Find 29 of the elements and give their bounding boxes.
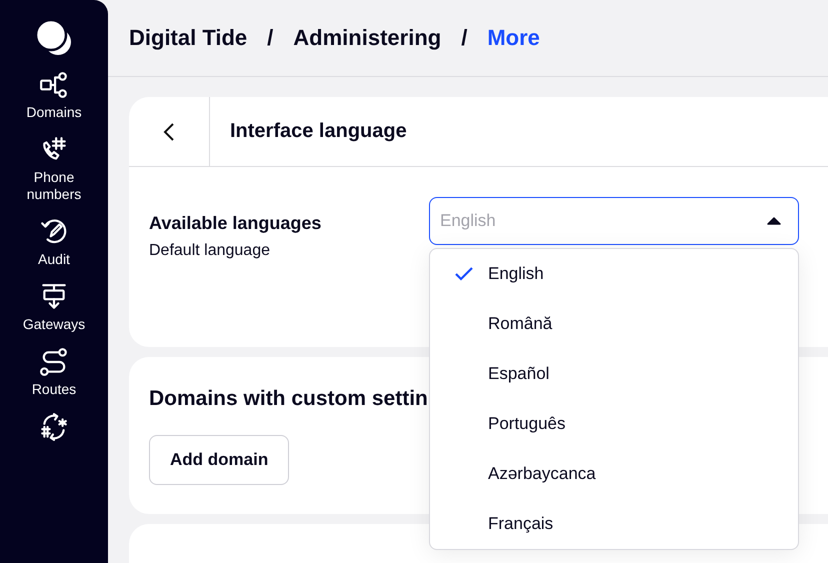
add-domain-button[interactable]: Add domain <box>149 435 290 485</box>
field-label: Available languages <box>149 213 322 234</box>
caret-icon <box>767 217 781 225</box>
language-option[interactable]: Azərbaycanca <box>430 449 798 499</box>
breadcrumb-separator: / <box>461 25 468 51</box>
breadcrumb-link[interactable]: Administering <box>293 25 442 51</box>
language-option[interactable]: Español <box>430 349 798 399</box>
chevron-left-icon <box>163 122 175 142</box>
route-icon <box>39 347 69 377</box>
language-option[interactable]: Français <box>430 499 798 549</box>
hash-arrows-icon <box>39 412 69 442</box>
nav-item[interactable]: Audit <box>6 217 102 268</box>
breadcrumb-link[interactable]: Digital Tide <box>129 25 248 51</box>
language-option[interactable]: Português <box>430 399 798 449</box>
section-title: Domains with custom settin <box>149 387 429 411</box>
nav-item[interactable]: Gateways <box>6 282 102 333</box>
network-icon <box>39 70 69 100</box>
gateway-icon <box>39 282 69 312</box>
nav-item[interactable]: Phone numbers <box>6 135 102 203</box>
nav-item[interactable]: Domains <box>6 70 102 121</box>
breadcrumb-link[interactable]: More <box>487 25 540 51</box>
breadcrumb-separator: / <box>267 25 274 51</box>
language-option[interactable]: Română <box>430 299 798 349</box>
nav-item[interactable]: Routes <box>6 347 102 398</box>
field-hint: Default language <box>149 242 271 260</box>
logo-icon <box>34 18 74 58</box>
language-option[interactable]: English <box>430 249 798 299</box>
language-select[interactable]: English <box>429 197 799 245</box>
card-title: Interface language <box>229 119 407 144</box>
